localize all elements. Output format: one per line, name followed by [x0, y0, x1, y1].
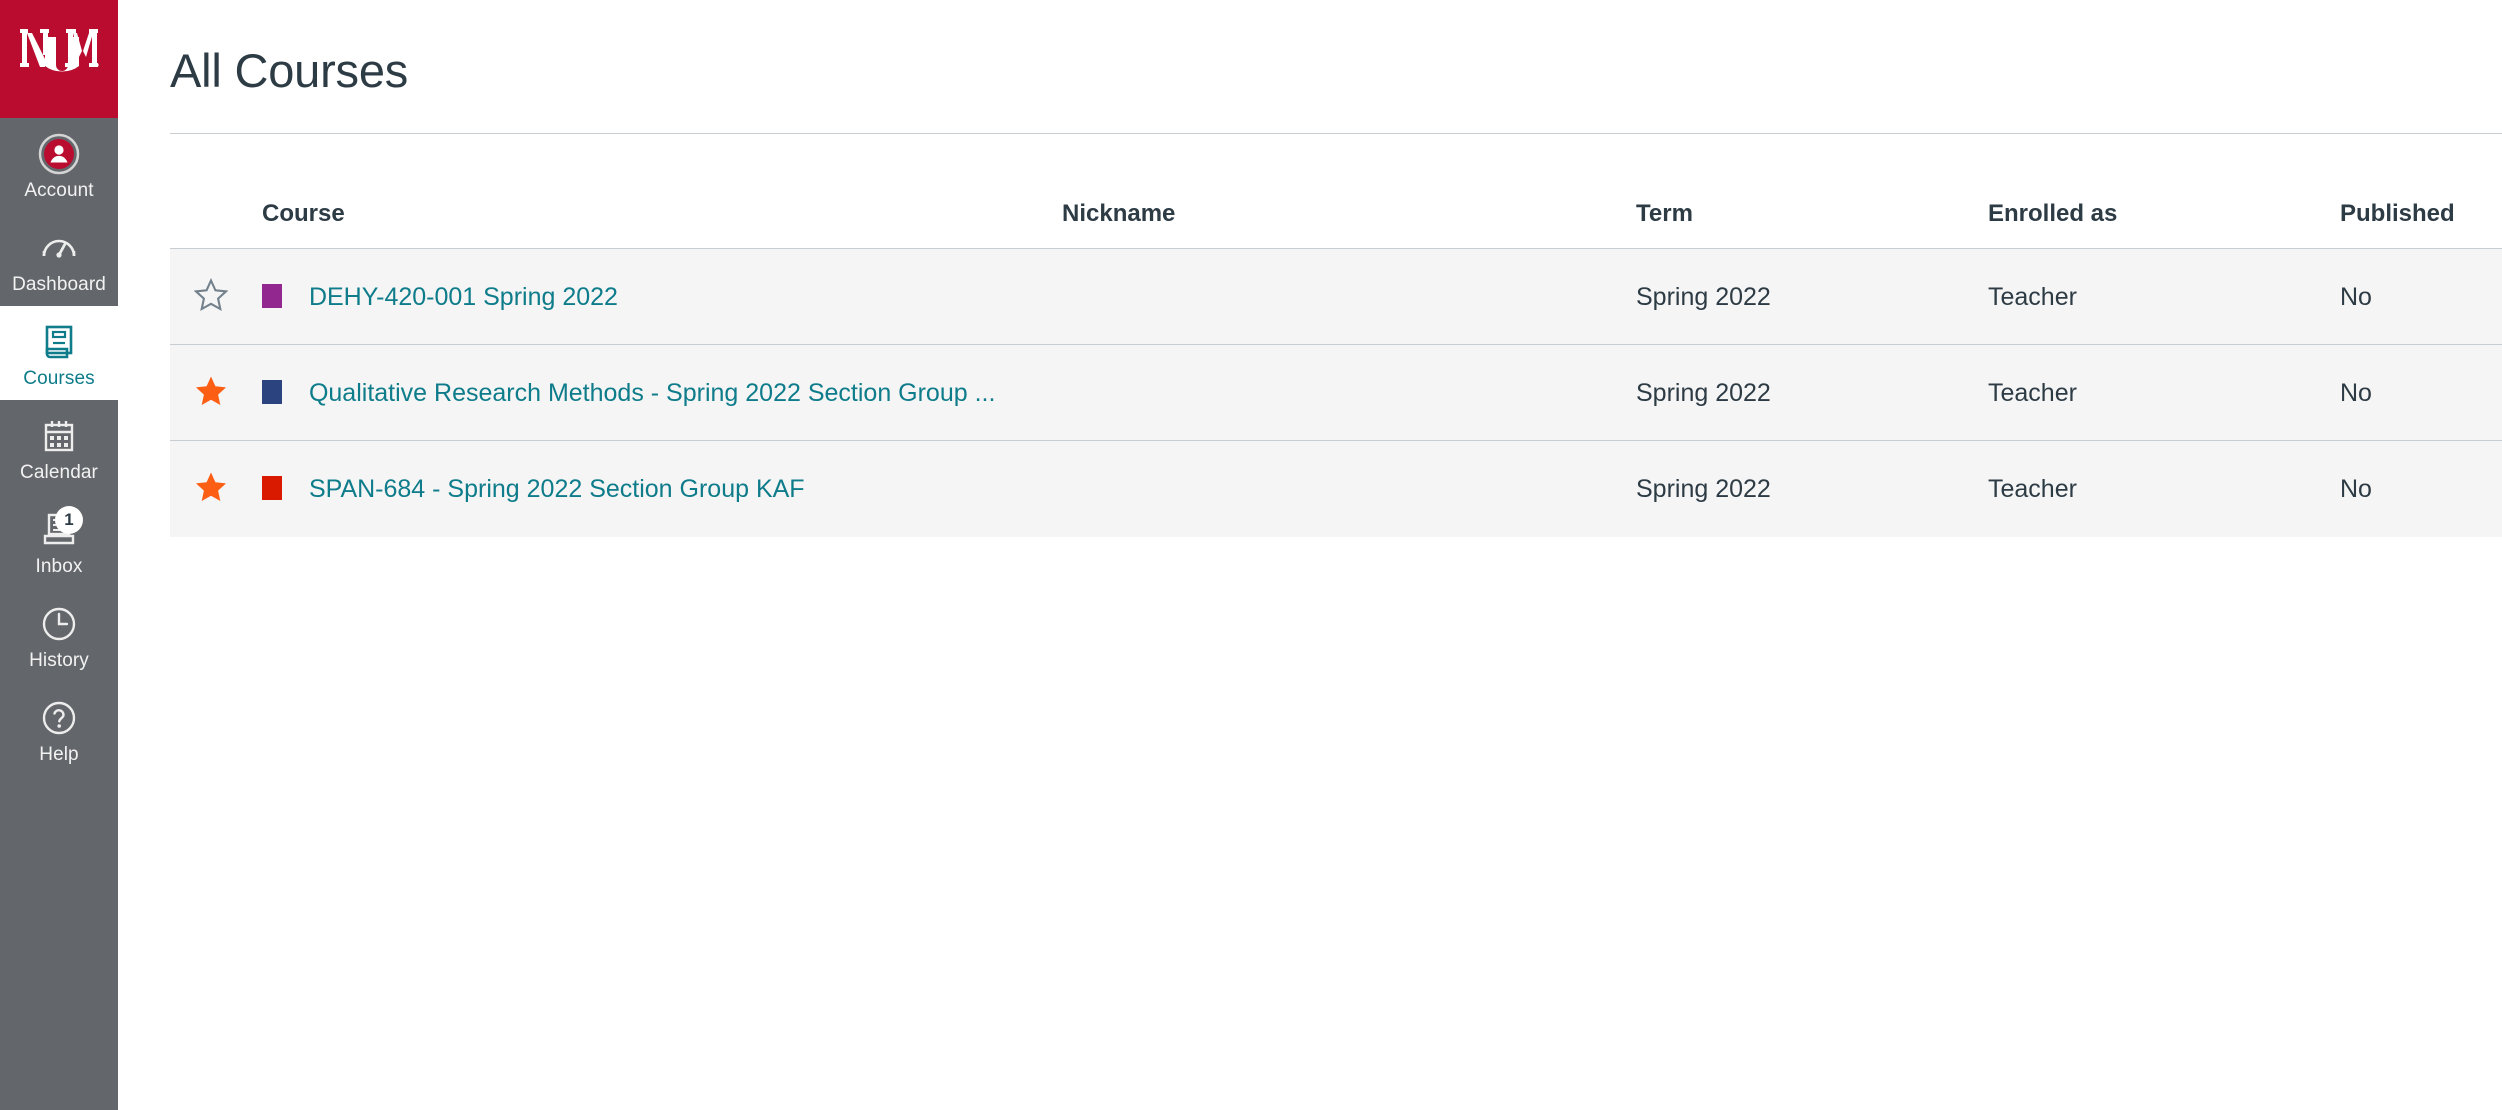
favorite-cell	[170, 345, 262, 441]
sidebar-item-history[interactable]: History	[0, 588, 118, 682]
sidebar-item-calendar[interactable]: Calendar	[0, 400, 118, 494]
app-root: Account Dashboard Courses Calendar 1 Inb…	[0, 0, 2502, 1110]
sidebar-item-label: History	[29, 650, 89, 671]
column-header-favorite	[170, 134, 262, 249]
sidebar-item-label: Calendar	[20, 462, 98, 483]
table-header-row: Course Nickname Term Enrolled as Publish…	[170, 134, 2502, 249]
table-row: SPAN-684 - Spring 2022 Section Group KAF…	[170, 440, 2502, 537]
nickname-cell	[1062, 441, 1636, 537]
course-link[interactable]: DEHY-420-001 Spring 2022	[309, 283, 618, 311]
sidebar-item-account[interactable]: Account	[0, 118, 118, 212]
enrolled-as-cell: Teacher	[1988, 282, 2077, 311]
table-row: Qualitative Research Methods - Spring 20…	[170, 344, 2502, 441]
favorite-star-button[interactable]	[190, 466, 232, 508]
star-outline-icon	[194, 278, 228, 312]
course-name-cell: SPAN-684 - Spring 2022 Section Group KAF	[262, 441, 1062, 537]
sidebar-item-help[interactable]: Help	[0, 682, 118, 776]
enrolled-as-cell: Teacher	[1988, 474, 2077, 503]
clock-icon	[37, 602, 81, 646]
published-status: No	[2340, 282, 2372, 311]
sidebar-item-label: Courses	[23, 368, 95, 389]
sidebar-item-label: Inbox	[35, 556, 83, 577]
favorite-star-button[interactable]	[190, 274, 232, 316]
page-title: All Courses	[170, 44, 409, 97]
question-mark-icon	[37, 696, 81, 740]
global-navigation: Account Dashboard Courses Calendar 1 Inb…	[0, 0, 118, 1110]
enrolled-as-cell: Teacher	[1988, 378, 2077, 407]
table-header: Course Nickname Term Enrolled as Publish…	[170, 134, 2502, 249]
column-header-nickname: Nickname	[1062, 134, 1636, 249]
inbox-unread-badge: 1	[55, 506, 83, 534]
nickname-cell	[1062, 249, 1636, 345]
column-header-enrolled-as: Enrolled as	[1988, 134, 2340, 249]
sidebar-item-label: Account	[24, 180, 94, 201]
column-header-course: Course	[262, 134, 1062, 249]
inbox-icon: 1	[37, 506, 83, 552]
nickname-cell	[1062, 345, 1636, 441]
table-body: DEHY-420-001 Spring 2022 Spring 2022 Tea…	[170, 248, 2502, 537]
course-color-swatch	[262, 379, 282, 404]
sidebar-item-inbox[interactable]: 1 Inbox	[0, 494, 118, 588]
main-content: All Courses Course Nickname Term Enrolle…	[118, 0, 2502, 1110]
sidebar-item-label: Dashboard	[12, 274, 106, 295]
table-row: DEHY-420-001 Spring 2022 Spring 2022 Tea…	[170, 248, 2502, 345]
unm-logo[interactable]	[0, 0, 118, 118]
course-name-cell: Qualitative Research Methods - Spring 20…	[262, 345, 1062, 441]
term-cell: Spring 2022	[1636, 282, 1771, 311]
sidebar-item-label: Help	[39, 744, 79, 765]
sidebar-item-courses[interactable]: Courses	[0, 306, 118, 400]
all-courses-table: Course Nickname Term Enrolled as Publish…	[170, 134, 2502, 537]
course-color-swatch	[262, 283, 282, 308]
favorite-cell	[170, 249, 262, 345]
course-color-swatch	[262, 475, 282, 500]
calendar-icon	[37, 414, 81, 458]
dashboard-icon	[37, 226, 81, 270]
star-filled-icon	[196, 376, 226, 405]
course-name-cell: DEHY-420-001 Spring 2022	[262, 249, 1062, 345]
user-avatar-icon	[37, 132, 81, 176]
courses-book-icon	[37, 320, 81, 364]
star-filled-icon	[196, 472, 226, 502]
column-header-term: Term	[1636, 134, 1988, 249]
published-status: No	[2340, 474, 2372, 503]
term-cell: Spring 2022	[1636, 474, 1771, 503]
course-link[interactable]: Qualitative Research Methods - Spring 20…	[309, 379, 995, 407]
column-header-published: Published	[2340, 134, 2502, 249]
sidebar-item-dashboard[interactable]: Dashboard	[0, 212, 118, 306]
term-cell: Spring 2022	[1636, 378, 1771, 407]
favorite-cell	[170, 441, 262, 537]
published-status: No	[2340, 378, 2372, 407]
favorite-star-button[interactable]	[190, 370, 232, 412]
course-link[interactable]: SPAN-684 - Spring 2022 Section Group KAF	[309, 475, 805, 503]
